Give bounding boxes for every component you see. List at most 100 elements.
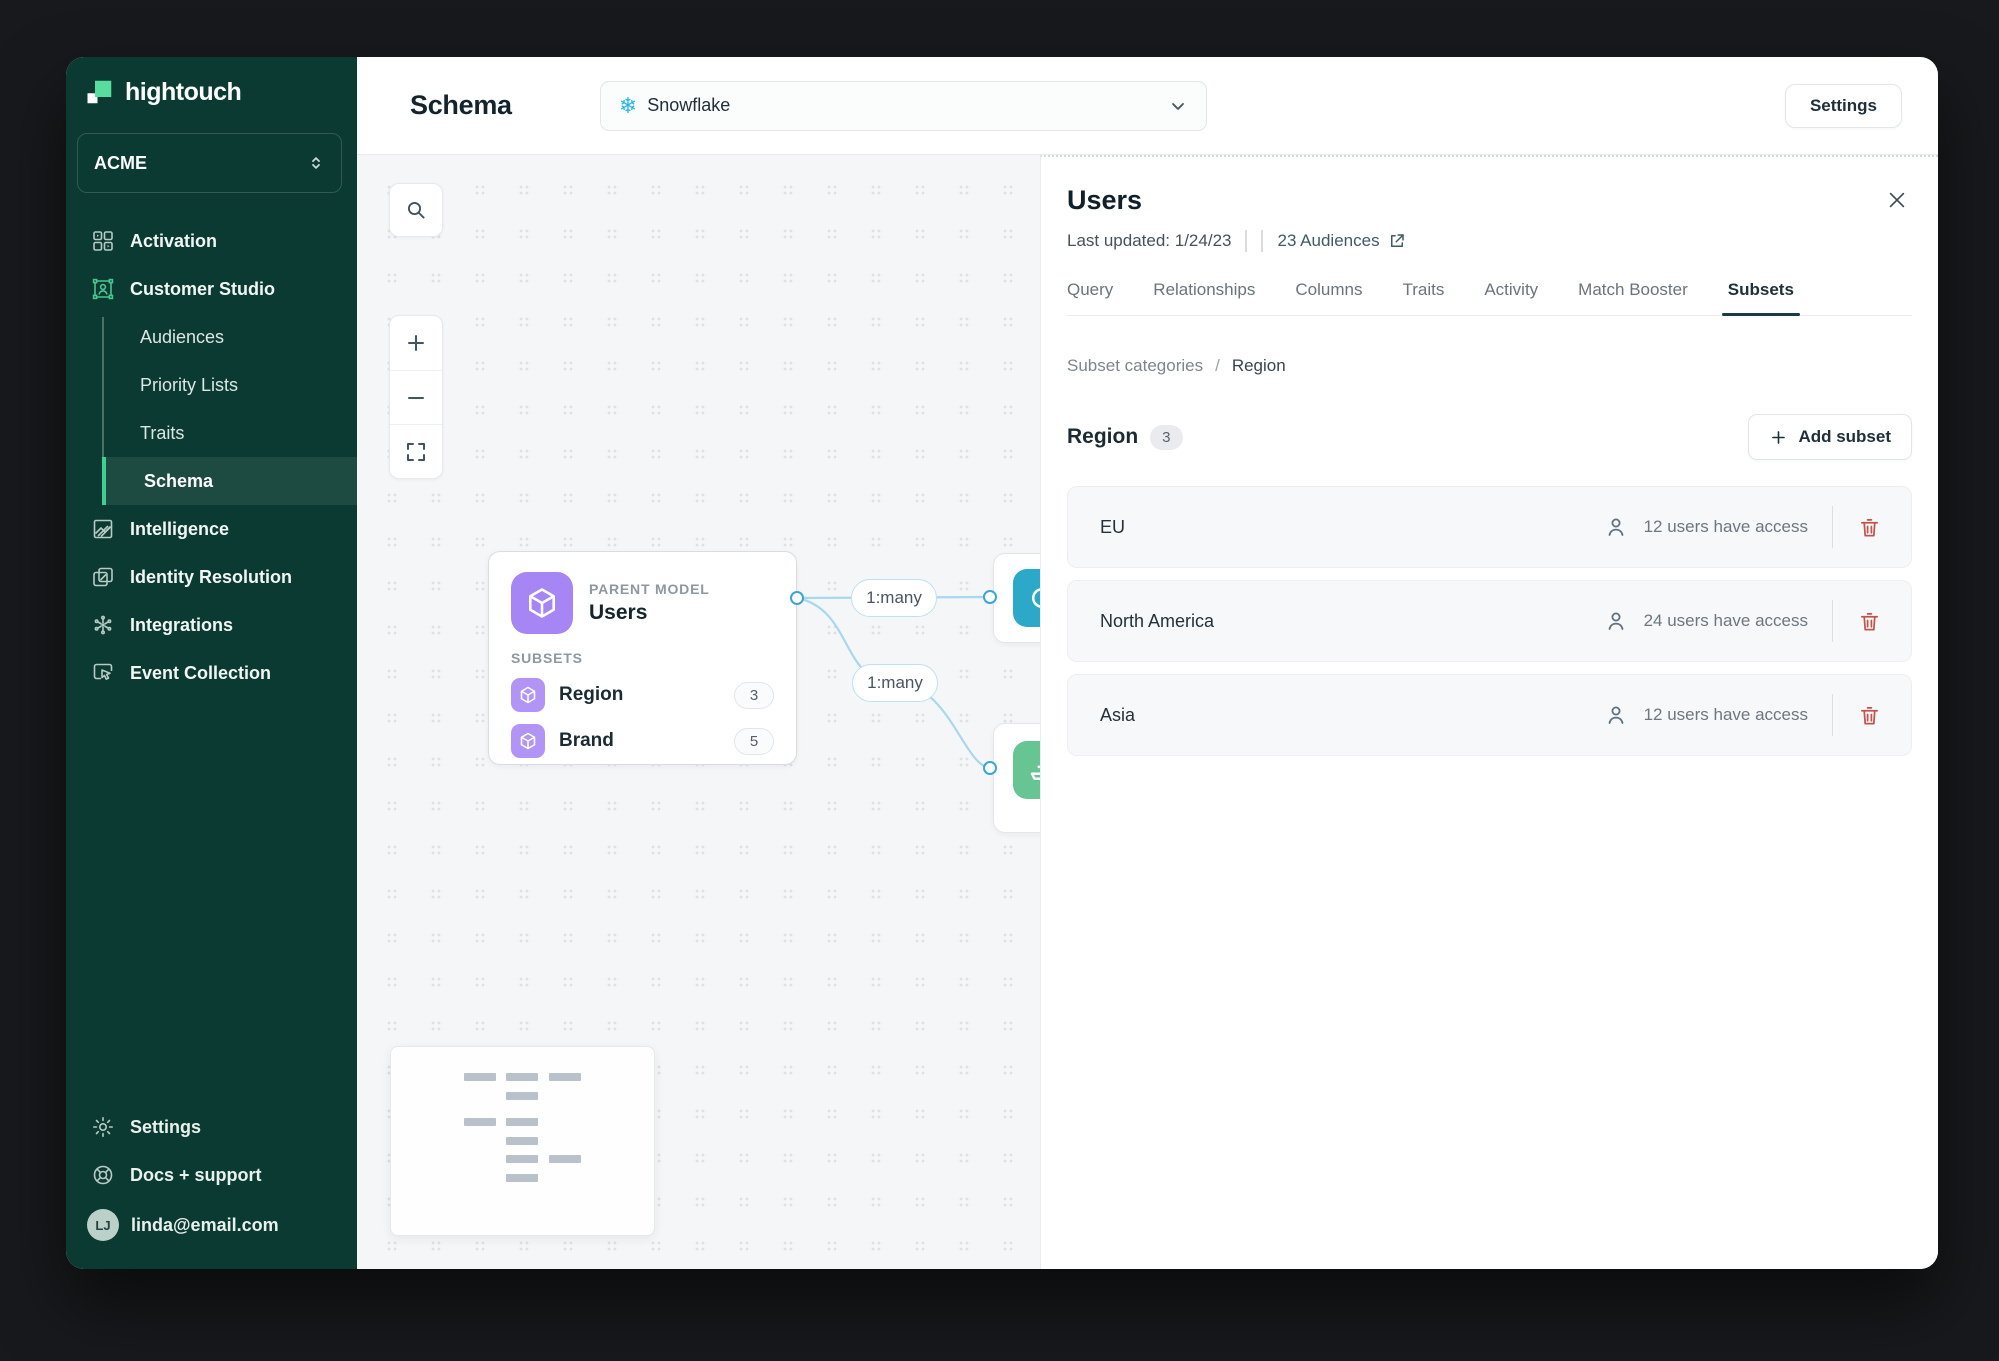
identity-resolution-icon	[93, 567, 113, 587]
subset-list: EU 12 users have access North America 24…	[1067, 486, 1912, 756]
section-count-badge: 3	[1150, 424, 1183, 450]
customer-studio-subnav: Audiences Priority Lists Traits Schema	[66, 313, 357, 505]
subset-count-badge: 5	[734, 727, 774, 755]
divider	[1832, 694, 1833, 736]
model-cube-icon	[511, 724, 545, 758]
tab-match-booster[interactable]: Match Booster	[1578, 280, 1688, 315]
minimap-node	[506, 1092, 538, 1100]
snowflake-icon: ❄	[618, 92, 638, 118]
subset-name: EU	[1100, 516, 1126, 537]
parent-model-node[interactable]: PARENT MODEL Users SUBSETS Region 3 Bran…	[488, 551, 797, 765]
fit-view-button[interactable]	[390, 424, 442, 478]
sidebar-item-integrations[interactable]: Integrations	[66, 601, 357, 649]
edge-connector[interactable]	[983, 761, 997, 775]
search-icon	[407, 201, 425, 219]
tab-traits[interactable]: Traits	[1402, 280, 1444, 315]
panel-tabs: Query Relationships Columns Traits Activ…	[1067, 280, 1912, 316]
page-title: Schema	[410, 90, 512, 120]
zoom-out-button[interactable]	[390, 370, 442, 424]
edge-label-top: 1:many	[851, 579, 937, 617]
subset-row-north-america[interactable]: North America 24 users have access	[1067, 580, 1912, 662]
sidebar-item-docs-support[interactable]: Docs + support	[66, 1151, 357, 1199]
subset-entry-region[interactable]: Region 3	[511, 678, 774, 712]
subset-count-badge: 3	[734, 681, 774, 709]
edge-connector[interactable]	[983, 590, 997, 604]
sidebar-item-customer-studio[interactable]: Customer Studio	[66, 265, 357, 313]
zoom-in-button[interactable]	[390, 316, 442, 370]
subset-row-eu[interactable]: EU 12 users have access	[1067, 486, 1912, 568]
minimap-node	[464, 1073, 496, 1081]
sidebar-item-label: Customer Studio	[130, 278, 276, 299]
logo-text: hightouch	[125, 77, 242, 106]
settings-button[interactable]: Settings	[1784, 83, 1902, 128]
sidebar-item-traits[interactable]: Traits	[66, 409, 357, 457]
breadcrumb: Subset categories / Region	[1067, 356, 1912, 376]
delete-subset-button[interactable]	[1849, 601, 1889, 641]
audiences-link-label: 23 Audiences	[1277, 231, 1380, 250]
person-icon	[1608, 706, 1623, 724]
sidebar-item-label: Identity Resolution	[130, 566, 292, 587]
subset-name: Asia	[1100, 704, 1136, 725]
panel-title: Users	[1067, 185, 1143, 215]
sidebar-item-priority-lists[interactable]: Priority Lists	[66, 361, 357, 409]
tab-activity[interactable]: Activity	[1484, 280, 1538, 315]
delete-subset-button[interactable]	[1849, 507, 1889, 547]
subset-entry-brand[interactable]: Brand 5	[511, 724, 774, 758]
sidebar-item-schema[interactable]: Schema	[102, 457, 357, 505]
parent-model-kicker: PARENT MODEL	[589, 581, 710, 597]
canvas-search-button[interactable]	[389, 183, 443, 237]
breadcrumb-root[interactable]: Subset categories	[1067, 356, 1203, 376]
sidebar-item-label: Schema	[144, 470, 214, 491]
sidebar-item-event-collection[interactable]: Event Collection	[66, 649, 357, 697]
sidebar-item-identity-resolution[interactable]: Identity Resolution	[66, 553, 357, 601]
last-updated: Last updated: 1/24/23	[1067, 231, 1232, 250]
logo: hightouch	[85, 77, 242, 107]
trash-icon	[1860, 518, 1878, 537]
edge-label-text: 1:many	[867, 673, 923, 692]
lifebuoy-icon	[93, 1165, 113, 1185]
sidebar-item-label: Docs + support	[130, 1164, 262, 1185]
sidebar-item-intelligence[interactable]: Intelligence	[66, 505, 357, 553]
close-panel-button[interactable]	[1882, 185, 1912, 215]
minimap[interactable]	[390, 1046, 655, 1236]
parent-model-header: PARENT MODEL Users	[511, 572, 774, 634]
access-count: 12 users have access	[1643, 705, 1808, 724]
user-account[interactable]: LJ linda@email.com	[66, 1199, 357, 1251]
tab-subsets[interactable]: Subsets	[1721, 280, 1801, 316]
sidebar-item-audiences[interactable]: Audiences	[66, 313, 357, 361]
trash-icon	[1860, 706, 1878, 725]
person-icon	[1608, 612, 1623, 630]
parent-model-name: Users	[589, 601, 648, 624]
settings-button-label: Settings	[1809, 95, 1877, 115]
chevron-down-icon	[1171, 102, 1184, 110]
minimap-node	[506, 1155, 538, 1163]
plus-icon	[1772, 430, 1786, 444]
sidebar-item-label: Audiences	[140, 326, 225, 347]
sidebar-item-label: Traits	[140, 422, 185, 443]
sidebar-item-activation[interactable]: Activation	[66, 217, 357, 265]
add-subset-button[interactable]: Add subset	[1748, 414, 1912, 460]
subset-row-asia[interactable]: Asia 12 users have access	[1067, 674, 1912, 756]
trash-icon	[1860, 612, 1878, 631]
tab-query[interactable]: Query	[1067, 280, 1113, 315]
sidebar-item-settings[interactable]: Settings	[66, 1103, 357, 1151]
plus-icon	[408, 335, 424, 351]
tab-relationships[interactable]: Relationships	[1153, 280, 1255, 315]
minimap-node	[506, 1118, 538, 1126]
access-count: 12 users have access	[1643, 517, 1808, 536]
sidebar-item-label: Priority Lists	[140, 374, 239, 395]
source-selector[interactable]: ❄ Snowflake	[599, 80, 1207, 131]
edge-connector[interactable]	[790, 591, 804, 605]
activation-icon	[93, 231, 113, 251]
audiences-link[interactable]: 23 Audiences	[1277, 231, 1405, 251]
details-panel: Users Last updated: 1/24/23 23 Audiences…	[1040, 155, 1938, 1269]
panel-meta: Last updated: 1/24/23 23 Audiences	[1067, 230, 1912, 252]
tab-columns[interactable]: Columns	[1295, 280, 1362, 315]
access-count: 24 users have access	[1643, 611, 1808, 630]
delete-subset-button[interactable]	[1849, 695, 1889, 735]
customer-studio-icon	[92, 278, 114, 300]
workspace-selector[interactable]: ACME	[77, 133, 342, 193]
source-selector-value: Snowflake	[647, 95, 731, 115]
canvas-zoom-controls	[389, 315, 443, 479]
hightouch-logo-icon	[87, 80, 112, 104]
